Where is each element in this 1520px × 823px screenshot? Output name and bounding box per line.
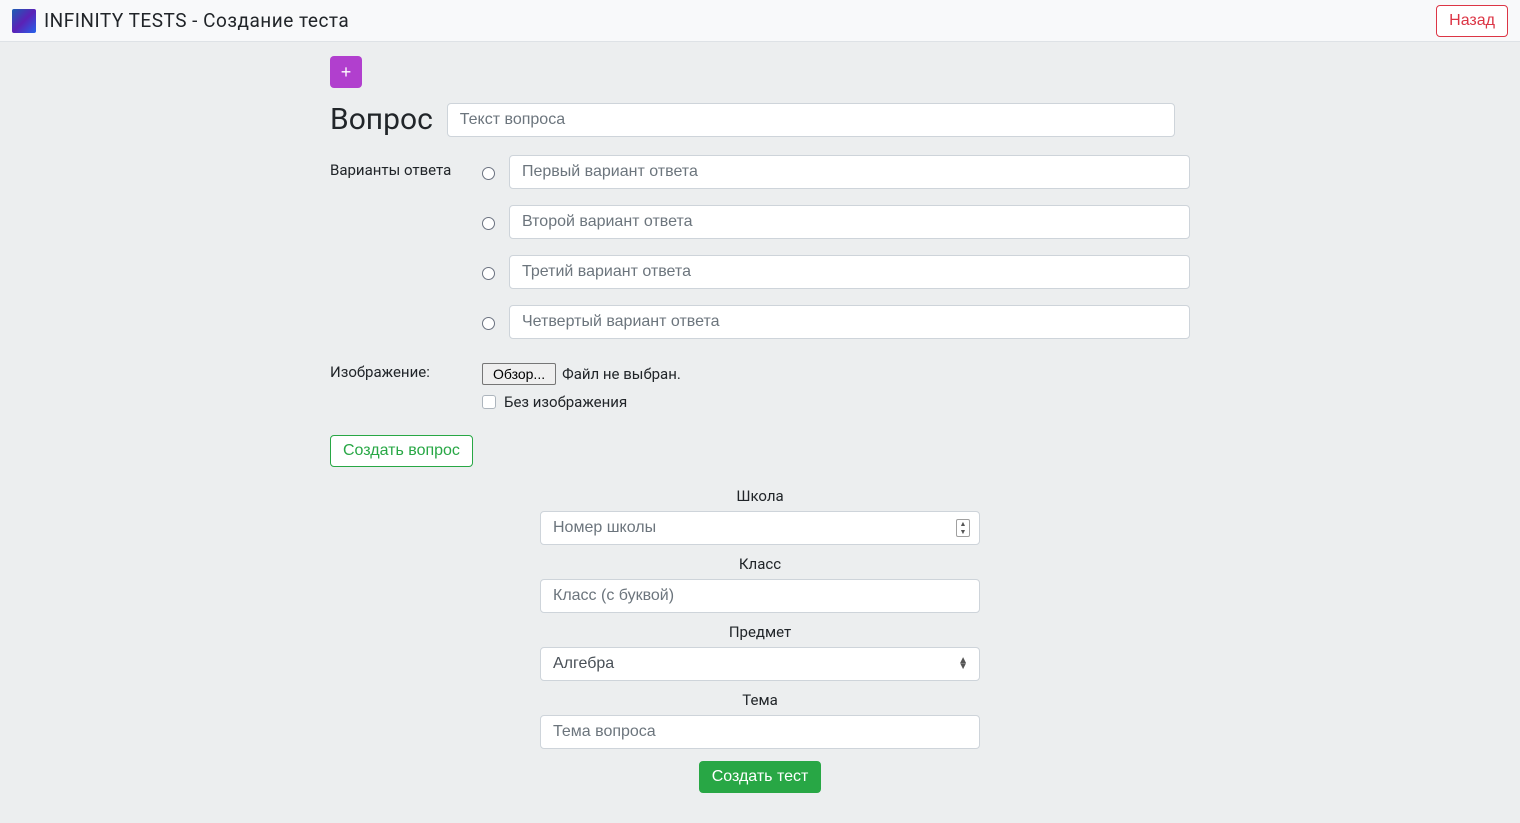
no-image-label: Без изображения xyxy=(504,393,627,411)
add-question-button[interactable]: + xyxy=(330,56,362,88)
browse-button[interactable]: Обзор... xyxy=(482,363,556,385)
create-question-button[interactable]: Создать вопрос xyxy=(330,435,473,467)
subject-select[interactable] xyxy=(540,647,980,681)
class-input[interactable] xyxy=(540,579,980,613)
school-input[interactable] xyxy=(540,511,980,545)
school-label: Школа xyxy=(540,487,980,505)
answers-section: Варианты ответа xyxy=(330,155,1190,355)
subject-label: Предмет xyxy=(540,623,980,641)
image-label: Изображение: xyxy=(330,363,470,411)
answer-radio-1[interactable] xyxy=(482,167,495,180)
answer-input-1[interactable] xyxy=(509,155,1190,189)
answer-input-3[interactable] xyxy=(509,255,1190,289)
meta-form: Школа ▲▼ Класс Предмет ▲▼ Тема Создать т… xyxy=(540,487,980,793)
answer-input-4[interactable] xyxy=(509,305,1190,339)
answer-radio-4[interactable] xyxy=(482,317,495,330)
answer-radio-2[interactable] xyxy=(482,217,495,230)
back-button[interactable]: Назад xyxy=(1436,5,1508,37)
answers-label: Варианты ответа xyxy=(330,155,470,355)
answer-input-2[interactable] xyxy=(509,205,1190,239)
image-section: Изображение: Обзор... Файл не выбран. Бе… xyxy=(330,363,1190,411)
main-container: + Вопрос Варианты ответа xyxy=(320,56,1200,793)
answer-item xyxy=(482,255,1190,289)
class-label: Класс xyxy=(540,555,980,573)
create-test-button[interactable]: Создать тест xyxy=(699,761,822,793)
spinner-icon[interactable]: ▲▼ xyxy=(956,519,970,537)
navbar-title: INFINITY TESTS - Создание теста xyxy=(44,9,349,32)
topic-label: Тема xyxy=(540,691,980,709)
answer-item xyxy=(482,305,1190,339)
logo-icon xyxy=(12,9,36,33)
answer-radio-3[interactable] xyxy=(482,267,495,280)
navbar: INFINITY TESTS - Создание теста Назад xyxy=(0,0,1520,42)
file-status: Файл не выбран. xyxy=(562,365,681,383)
question-label: Вопрос xyxy=(330,102,433,137)
image-controls: Обзор... Файл не выбран. Без изображения xyxy=(482,363,1190,411)
navbar-brand[interactable]: INFINITY TESTS - Создание теста xyxy=(12,9,349,33)
answers-list xyxy=(482,155,1190,355)
no-image-checkbox[interactable] xyxy=(482,395,496,409)
question-row: Вопрос xyxy=(330,102,1190,137)
answer-item xyxy=(482,205,1190,239)
answer-item xyxy=(482,155,1190,189)
topic-input[interactable] xyxy=(540,715,980,749)
question-text-input[interactable] xyxy=(447,103,1175,137)
